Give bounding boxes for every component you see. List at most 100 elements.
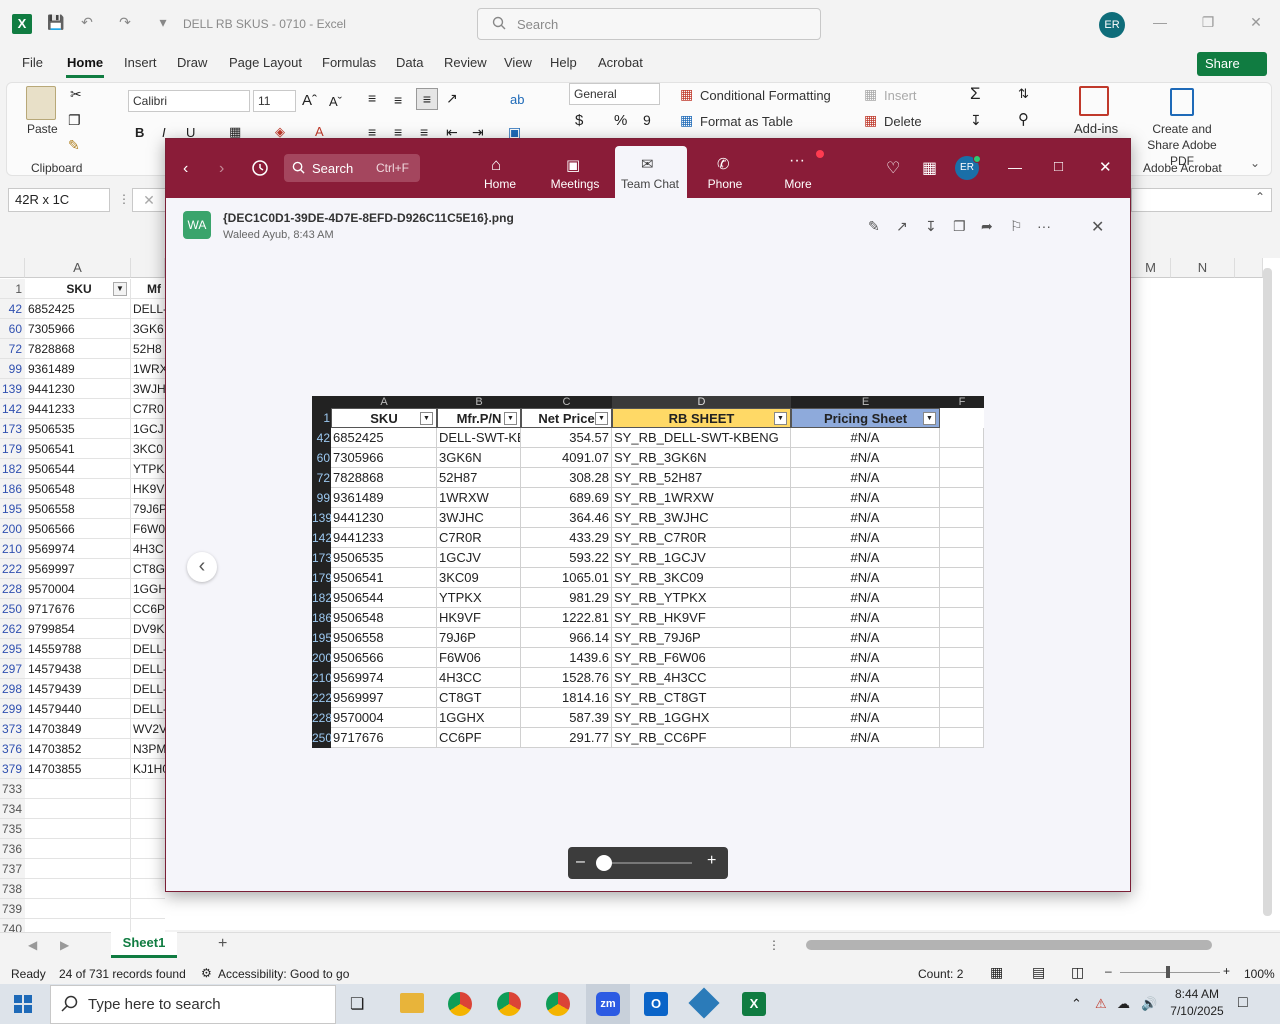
tab-draw[interactable]: Draw: [177, 55, 207, 70]
mfr-cell[interactable]: DELL-: [131, 659, 165, 679]
nav-home[interactable]: Home: [465, 177, 535, 191]
sku-cell[interactable]: 7828868: [25, 339, 131, 359]
empty-cell[interactable]: [131, 899, 165, 919]
sheet-tab-splitter-icon[interactable]: ⋮: [768, 938, 780, 952]
sku-cell[interactable]: 9506566: [25, 519, 131, 539]
tray-security-icon[interactable]: ⚠: [1095, 996, 1107, 1012]
chrome-icon[interactable]: [448, 992, 472, 1016]
zoom-slider-thumb[interactable]: [1166, 966, 1170, 978]
empty-cell[interactable]: [25, 839, 131, 859]
tab-help[interactable]: Help: [550, 55, 577, 70]
history-icon[interactable]: [251, 159, 269, 177]
back-arrow-icon[interactable]: ‹: [183, 160, 188, 178]
align-bottom-icon[interactable]: ≡: [416, 88, 438, 110]
empty-cell[interactable]: [131, 819, 165, 839]
sku-cell[interactable]: 9506535: [25, 419, 131, 439]
mfr-cell[interactable]: 4H3C: [131, 539, 165, 559]
sku-cell[interactable]: 9717676: [25, 599, 131, 619]
sku-cell[interactable]: 14559788: [25, 639, 131, 659]
bell-icon[interactable]: ♡: [886, 158, 900, 178]
sku-cell[interactable]: 9506541: [25, 439, 131, 459]
mfr-cell[interactable]: CT8G: [131, 559, 165, 579]
outlook-icon[interactable]: O: [644, 992, 668, 1016]
tab-view[interactable]: View: [504, 55, 532, 70]
wrap-text-icon[interactable]: ab: [510, 92, 524, 107]
mfr-cell[interactable]: DELL-: [131, 679, 165, 699]
normal-view-icon[interactable]: ▦: [990, 964, 1003, 981]
minimize-icon[interactable]: —: [1150, 14, 1170, 34]
zoom-out-icon[interactable]: –: [1105, 964, 1112, 978]
empty-cell[interactable]: [25, 799, 131, 819]
row-header[interactable]: 179: [0, 439, 25, 459]
sku-cell[interactable]: 14579440: [25, 699, 131, 719]
download-icon[interactable]: ↧: [925, 218, 937, 235]
row-header[interactable]: 297: [0, 659, 25, 679]
font-size-box[interactable]: 11: [253, 90, 296, 112]
sku-cell[interactable]: 9569974: [25, 539, 131, 559]
nav-team-chat[interactable]: Team Chat: [615, 177, 685, 191]
empty-cell[interactable]: [25, 779, 131, 799]
zoom-app-icon[interactable]: zm: [596, 992, 620, 1016]
more-options-icon[interactable]: ···: [1037, 218, 1051, 234]
tab-file[interactable]: File: [22, 55, 43, 70]
formula-input[interactable]: [1131, 188, 1272, 212]
insert-button[interactable]: Insert: [884, 88, 917, 103]
row-header[interactable]: 200: [0, 519, 25, 539]
header-cell-sku[interactable]: SKU ▼: [25, 279, 131, 299]
tab-page-layout[interactable]: Page Layout: [229, 55, 302, 70]
prev-sheet-icon[interactable]: ◀: [28, 938, 37, 952]
next-sheet-icon[interactable]: ▶: [60, 938, 69, 952]
row-header[interactable]: 736: [0, 839, 25, 859]
calendar-icon[interactable]: ▦: [922, 158, 937, 178]
formula-bar-options-icon[interactable]: ⋮: [118, 192, 130, 206]
row-header[interactable]: 182: [0, 459, 25, 479]
sku-cell[interactable]: 14703849: [25, 719, 131, 739]
percent-icon[interactable]: %: [614, 112, 627, 129]
row-header[interactable]: 250: [0, 599, 25, 619]
row-header[interactable]: 739: [0, 899, 25, 919]
copy-icon[interactable]: ❐: [68, 112, 81, 129]
mfr-cell[interactable]: 3GK6: [131, 319, 165, 339]
row-header[interactable]: 734: [0, 799, 25, 819]
status-accessibility[interactable]: Accessibility: Good to go: [218, 967, 349, 981]
file-explorer-icon[interactable]: [400, 993, 424, 1013]
sku-cell[interactable]: 9441233: [25, 399, 131, 419]
page-break-view-icon[interactable]: ◫: [1071, 964, 1084, 981]
mfr-cell[interactable]: DELL-: [131, 299, 165, 319]
open-external-icon[interactable]: ↗: [896, 218, 908, 235]
filter-dropdown-icon[interactable]: ▼: [113, 282, 127, 296]
increase-font-icon[interactable]: Aˆ: [302, 92, 317, 109]
clock-date[interactable]: 7/10/2025: [1167, 1004, 1227, 1018]
excel-taskbar-icon[interactable]: X: [742, 992, 766, 1016]
horizontal-scrollbar[interactable]: [806, 940, 1212, 950]
format-as-table-button[interactable]: Format as Table: [700, 114, 793, 129]
row-header[interactable]: 373: [0, 719, 25, 739]
row-header[interactable]: 42: [0, 299, 25, 319]
empty-cell[interactable]: [131, 779, 165, 799]
sku-cell[interactable]: 9361489: [25, 359, 131, 379]
cancel-formula-icon[interactable]: ✕: [132, 188, 166, 212]
row-header[interactable]: 376: [0, 739, 25, 759]
row-header[interactable]: 210: [0, 539, 25, 559]
chrome-profile-2-icon[interactable]: [497, 992, 521, 1016]
format-painter-icon[interactable]: ✎: [68, 137, 80, 154]
row-header[interactable]: 173: [0, 419, 25, 439]
sku-cell[interactable]: 9506558: [25, 499, 131, 519]
sku-cell[interactable]: 7305966: [25, 319, 131, 339]
mfr-cell[interactable]: 1GCJ: [131, 419, 165, 439]
close-icon[interactable]: ✕: [1246, 14, 1266, 34]
mfr-cell[interactable]: 79J6P: [131, 499, 165, 519]
add-ins-icon[interactable]: [1079, 86, 1109, 116]
collapse-ribbon-icon[interactable]: ⌄: [1250, 156, 1260, 170]
row-header[interactable]: 60: [0, 319, 25, 339]
paste-label[interactable]: Paste: [27, 122, 58, 136]
mfr-cell[interactable]: 3WJH: [131, 379, 165, 399]
orientation-icon[interactable]: ↗: [446, 90, 458, 107]
empty-cell[interactable]: [25, 819, 131, 839]
add-sheet-icon[interactable]: +: [218, 935, 227, 953]
mfr-cell[interactable]: WV2V: [131, 719, 165, 739]
mfr-cell[interactable]: YTPK: [131, 459, 165, 479]
font-color-icon[interactable]: A: [315, 124, 324, 139]
name-box[interactable]: 42R x 1C: [8, 188, 110, 212]
chrome-profile-3-icon[interactable]: [546, 992, 570, 1016]
